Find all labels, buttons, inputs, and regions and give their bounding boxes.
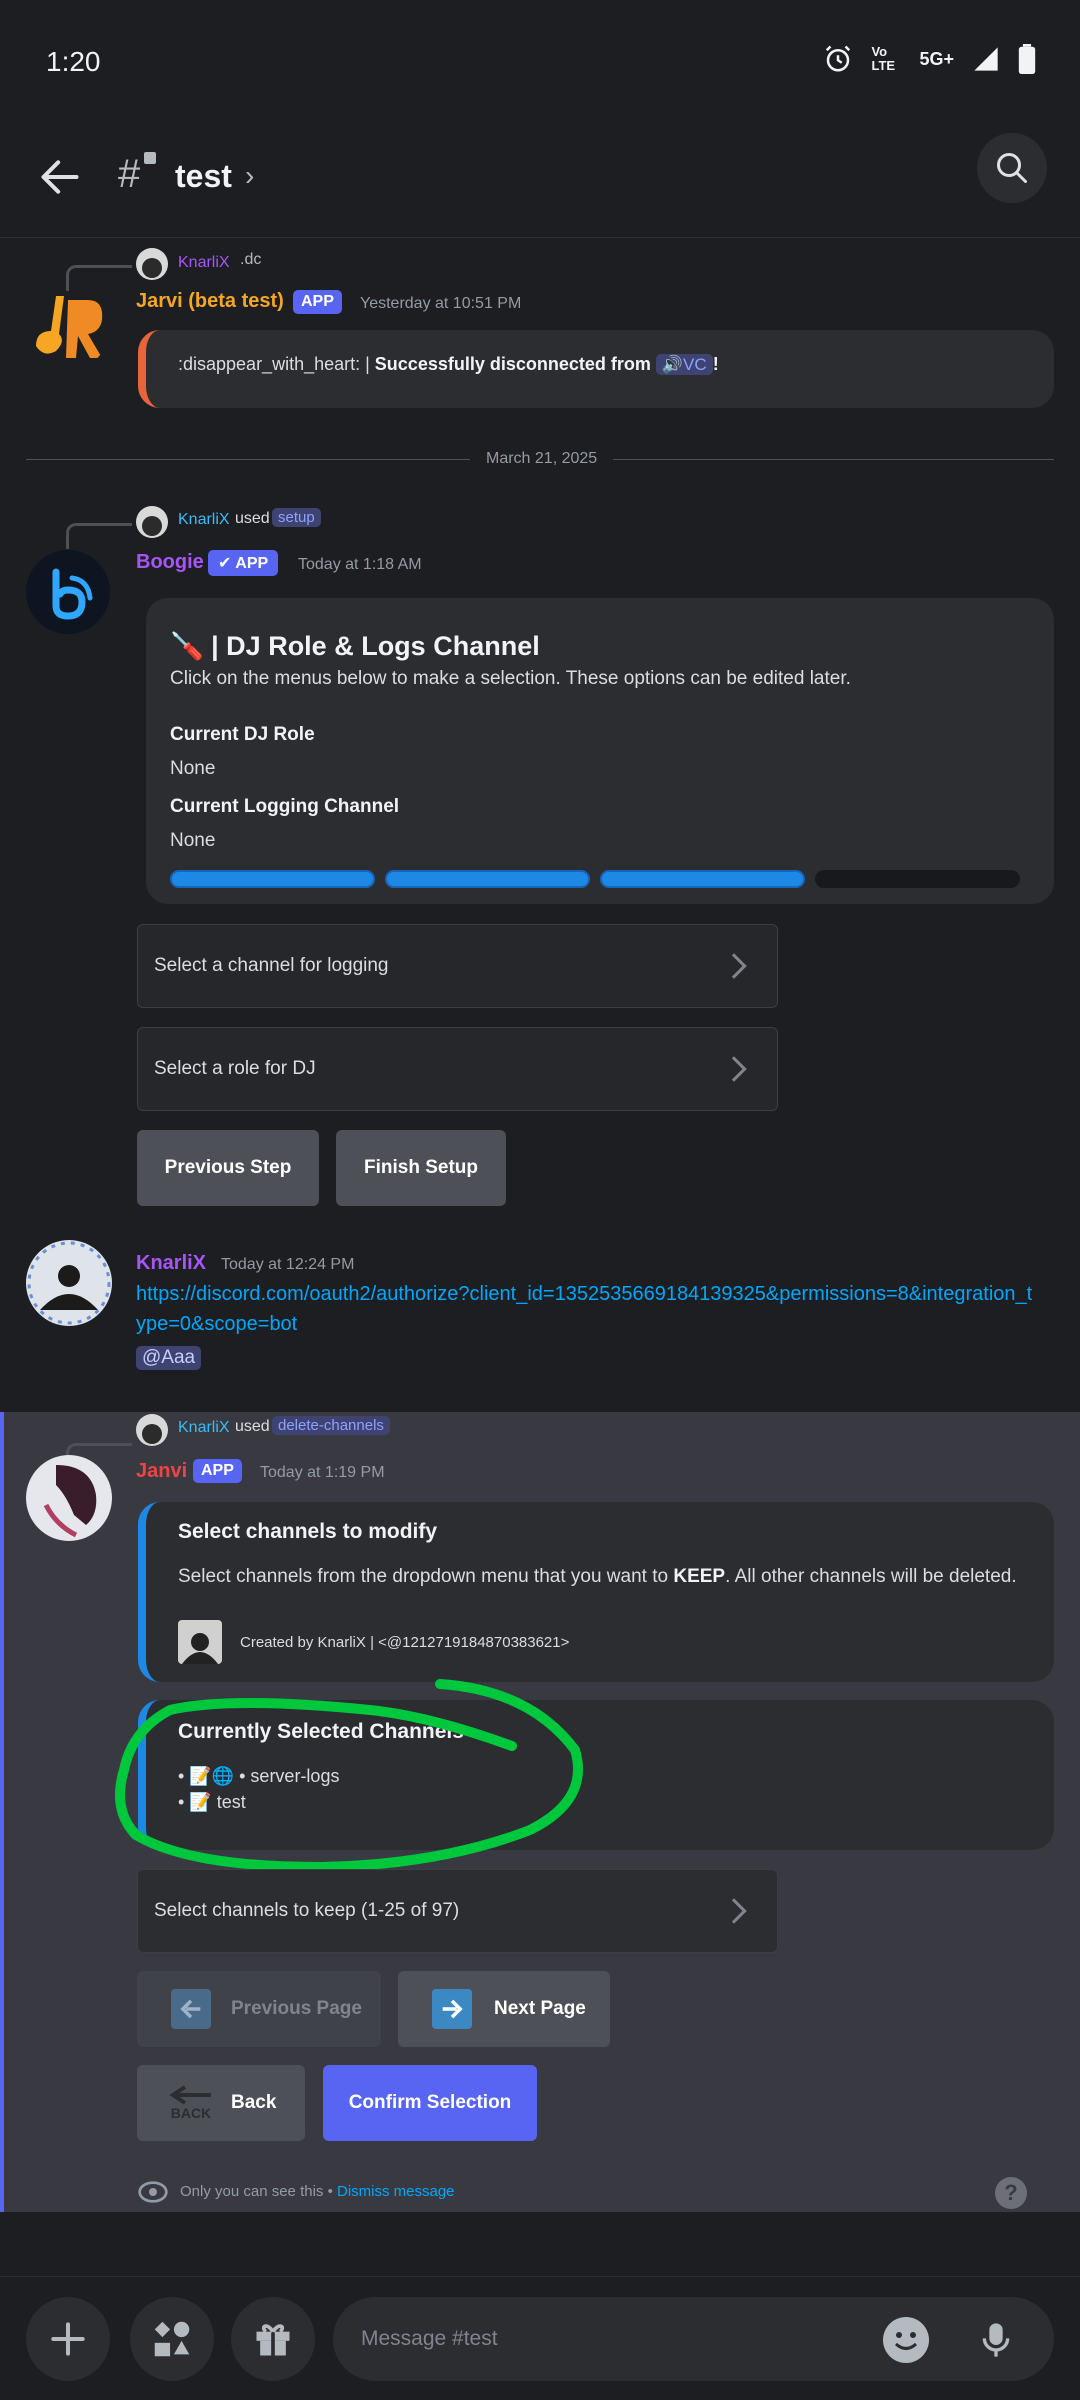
- back-icon: BACK: [167, 2085, 215, 2121]
- progress-step: [170, 870, 375, 888]
- reply-used: used: [235, 510, 270, 527]
- smiley-icon: [894, 2332, 918, 2350]
- back-arrow-icon[interactable]: [38, 155, 82, 199]
- user-avatar-janvi[interactable]: [26, 1455, 112, 1541]
- progress-step: [385, 870, 590, 888]
- voice-channel-mention[interactable]: 🔊VC: [655, 354, 713, 375]
- voice-message-button[interactable]: [969, 2313, 1023, 2367]
- arrow-right-icon: [432, 1989, 472, 2029]
- message-timestamp: Today at 12:24 PM: [221, 1256, 355, 1273]
- embed-title: 🪛 | DJ Role & Logs Channel: [170, 631, 540, 661]
- user-mention[interactable]: @Aaa: [136, 1346, 202, 1370]
- progress-step: [600, 870, 805, 888]
- embed-description: Select channels from the dropdown menu t…: [178, 1566, 1017, 1587]
- hash-lock-icon: #: [118, 152, 141, 196]
- previous-step-button[interactable]: Previous Step: [137, 1130, 319, 1206]
- channel-name[interactable]: test: [175, 158, 232, 195]
- reply-used: used: [235, 1418, 270, 1435]
- field-dj-role-name: Current DJ Role: [170, 724, 315, 745]
- reply-username[interactable]: KnarliX: [178, 1419, 230, 1437]
- ephemeral-note: Only you can see this • Dismiss message: [180, 2183, 455, 2200]
- search-button[interactable]: [977, 133, 1047, 203]
- header-divider: [0, 237, 1080, 238]
- search-icon: [997, 153, 1027, 183]
- channel-header: [0, 125, 1080, 237]
- logging-channel-select[interactable]: Select a channel for logging: [137, 924, 778, 1008]
- embed-text: :disappear_with_heart: | Successfully di…: [178, 354, 719, 375]
- confirm-selection-button[interactable]: Confirm Selection: [323, 2065, 537, 2141]
- reply-avatar: [136, 248, 168, 280]
- oauth-link[interactable]: https://discord.com/oauth2/authorize?cli…: [136, 1279, 1036, 1339]
- microphone-icon: [982, 2323, 1010, 2357]
- setup-embed: 🪛 | DJ Role & Logs Channel Click on the …: [146, 598, 1054, 904]
- author-name[interactable]: Jarvi (beta test): [136, 290, 284, 313]
- add-attachment-button[interactable]: [26, 2297, 110, 2381]
- finish-setup-button[interactable]: Finish Setup: [336, 1130, 506, 1206]
- volte-indicator: Vo LTE: [871, 44, 896, 73]
- progress-steps: [170, 870, 1020, 888]
- dismiss-message-link[interactable]: Dismiss message: [337, 2183, 455, 2200]
- app-badge: APP: [193, 1459, 242, 1483]
- slash-command-setup[interactable]: setup: [272, 508, 321, 527]
- chevron-right-icon: [721, 1056, 747, 1082]
- embed-title: Select channels to modify: [178, 1520, 438, 1543]
- back-button[interactable]: BACK Back: [137, 2065, 305, 2141]
- highlight-annotation: [115, 1679, 583, 1873]
- message-timestamp: Today at 1:19 PM: [260, 1464, 385, 1481]
- reply-username[interactable]: KnarliX: [178, 511, 230, 529]
- message-placeholder: Message #test: [361, 2327, 498, 2350]
- emoji-button[interactable]: [883, 2317, 929, 2363]
- reply-connector: [66, 523, 132, 549]
- apps-button[interactable]: [130, 2297, 214, 2381]
- channels-keep-select[interactable]: Select channels to keep (1-25 of 97): [137, 1869, 778, 1953]
- field-dj-role-value: None: [170, 758, 216, 779]
- gift-icon: [256, 2324, 290, 2356]
- battery-icon: [1018, 44, 1036, 74]
- network-indicator: 5G+: [919, 48, 954, 69]
- embed-footer: Created by KnarliX | <@12127191848703836…: [240, 1634, 570, 1651]
- chevron-right-icon: [721, 953, 747, 979]
- reply-username[interactable]: KnarliX: [178, 254, 230, 272]
- dj-role-select[interactable]: Select a role for DJ: [137, 1027, 778, 1111]
- signal-icon: [974, 47, 998, 71]
- author-name[interactable]: Boogie: [136, 551, 204, 574]
- reply-avatar: [136, 506, 168, 538]
- system-icons: Vo LTE 5G+: [823, 44, 1036, 74]
- modify-embed: Select channels to modify Select channel…: [138, 1502, 1054, 1682]
- user-avatar-boogie[interactable]: [26, 550, 110, 634]
- reply-avatar: [136, 1414, 168, 1446]
- field-logging-name: Current Logging Channel: [170, 796, 400, 817]
- app-badge: APP: [293, 290, 342, 314]
- arrow-left-icon: [171, 1989, 211, 2029]
- lock-icon: [144, 152, 156, 164]
- message-embed: :disappear_with_heart: | Successfully di…: [138, 330, 1054, 408]
- message-timestamp: Today at 1:18 AM: [298, 556, 422, 573]
- previous-page-button: Previous Page: [137, 1971, 381, 2047]
- chevron-right-icon: [721, 1898, 747, 1924]
- verified-app-badge: ✔ APP: [208, 550, 279, 576]
- alarm-icon: [826, 45, 851, 72]
- chevron-right-icon[interactable]: ›: [245, 160, 254, 192]
- footer-avatar: [178, 1620, 222, 1664]
- next-page-button[interactable]: Next Page: [398, 1971, 610, 2047]
- date-divider-label: March 21, 2025: [470, 450, 614, 468]
- status-time: 1:20: [46, 46, 101, 77]
- embed-description: Click on the menus below to make a selec…: [170, 668, 851, 689]
- help-icon[interactable]: ?: [995, 2177, 1027, 2209]
- eye-icon: [138, 2181, 168, 2203]
- field-logging-value: None: [170, 830, 216, 851]
- gift-button[interactable]: [231, 2297, 315, 2381]
- author-name[interactable]: Janvi: [136, 1460, 187, 1483]
- author-name[interactable]: KnarliX: [136, 1252, 206, 1275]
- progress-step: [815, 870, 1020, 888]
- reply-tag: .dc: [240, 251, 262, 268]
- apps-icon: [154, 2321, 190, 2357]
- slash-command-delete-channels[interactable]: delete-channels: [272, 1416, 390, 1435]
- plus-icon: [51, 2322, 85, 2356]
- user-avatar-knarlix[interactable]: [26, 1240, 112, 1326]
- user-avatar-jarvi[interactable]: [26, 286, 110, 370]
- message-input[interactable]: Message #test: [333, 2297, 1054, 2381]
- message-timestamp: Yesterday at 10:51 PM: [360, 295, 522, 312]
